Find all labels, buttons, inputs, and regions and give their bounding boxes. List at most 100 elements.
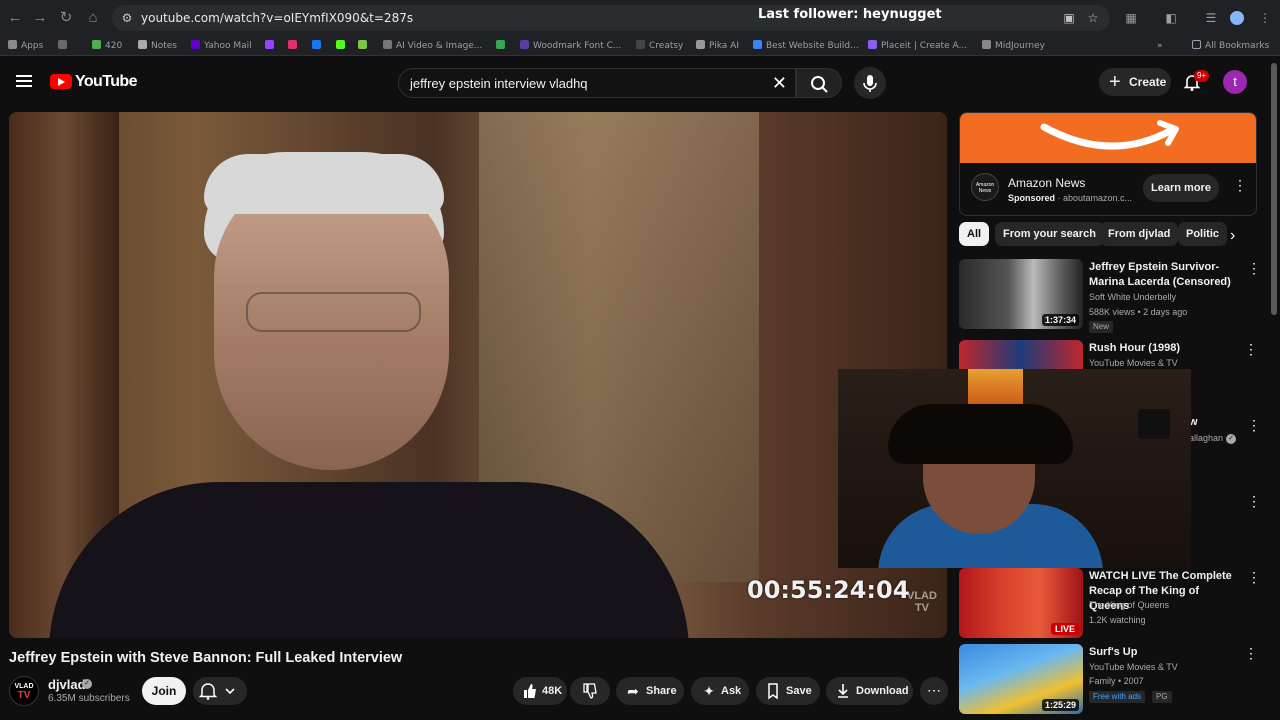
bookmark-apps[interactable]: Apps <box>8 39 43 53</box>
video-thumbnail[interactable]: 1:25:29 <box>959 644 1083 714</box>
bookmark-pika[interactable]: Pika AI <box>696 39 739 53</box>
learn-more-button[interactable]: Learn more <box>1143 174 1219 202</box>
bell-icon <box>198 683 235 700</box>
plus-icon: + <box>1109 71 1121 93</box>
back-icon[interactable]: ← <box>5 8 25 28</box>
verified-icon: ✓ <box>82 679 92 689</box>
chip-politics[interactable]: Politic <box>1178 222 1228 246</box>
bookmark-website-builder[interactable]: Best Website Build... <box>753 39 859 53</box>
share-button[interactable]: ➦ Share <box>616 677 684 705</box>
item-menu-icon[interactable]: ⋮ <box>1244 341 1258 358</box>
search-input[interactable]: jeffrey epstein interview vladhq ✕ <box>398 68 796 98</box>
ask-button[interactable]: ✦ Ask <box>691 677 749 705</box>
search-button[interactable] <box>796 68 842 98</box>
video-thumbnail[interactable] <box>959 340 1083 369</box>
ad-title[interactable]: Amazon News <box>1008 176 1085 190</box>
thumbs-up-icon <box>521 677 539 714</box>
download-button[interactable]: Download <box>826 677 913 705</box>
recommendation-channel[interactable]: YouTube Movies & TV <box>1089 358 1178 368</box>
video-title: Jeffrey Epstein with Steve Bannon: Full … <box>9 650 403 666</box>
video-timecode: 00:55:24:04 <box>747 576 910 604</box>
chevron-right-icon[interactable]: › <box>1230 227 1235 245</box>
bookmark-creatsy[interactable]: Creatsy <box>636 39 683 53</box>
bookmark-yahoo-mail[interactable]: Yahoo Mail <box>191 39 252 53</box>
home-icon[interactable]: ⌂ <box>83 8 103 28</box>
video-thumbnail[interactable]: LIVE <box>959 568 1083 638</box>
bookmark-placeit[interactable]: Placeit | Create A... <box>868 39 967 53</box>
bookmark-instagram-icon[interactable] <box>288 39 301 53</box>
youtube-play-icon <box>50 74 72 89</box>
channel-name[interactable]: djvlad <box>48 677 86 692</box>
reload-icon[interactable]: ↻ <box>56 8 76 28</box>
bookmark-twitch-icon[interactable] <box>265 39 278 53</box>
save-button[interactable]: Save <box>756 677 820 705</box>
profile-icon[interactable] <box>1230 11 1244 25</box>
item-menu-icon[interactable]: ⋮ <box>1247 569 1261 586</box>
bookmark-all[interactable]: All Bookmarks <box>1192 39 1269 53</box>
video-thumbnail[interactable]: 1:37:34 <box>959 259 1083 329</box>
bookmark-facebook-icon[interactable] <box>312 39 325 53</box>
bookmark-woodmark[interactable]: Woodmark Font C... <box>520 39 621 53</box>
clear-search-icon[interactable]: ✕ <box>772 72 787 94</box>
install-app-icon[interactable]: ▣ <box>1060 9 1078 27</box>
ad-banner[interactable] <box>960 113 1256 163</box>
bookmark-ai-video[interactable]: AI Video & Image... <box>383 39 482 53</box>
sponsored-ad-card[interactable]: Amazon News Amazon News Sponsored · abou… <box>959 112 1257 216</box>
recommendation-stats: Family • 2007 <box>1089 676 1144 686</box>
page-scrollbar[interactable] <box>1271 63 1277 315</box>
recommendation-item[interactable]: 1:25:29 Surf's Up YouTube Movies & TV Fa… <box>959 644 1258 714</box>
chip-from-your-search[interactable]: From your search <box>995 222 1104 246</box>
channel-avatar[interactable]: VLAD TV <box>9 676 39 706</box>
item-menu-icon[interactable]: ⋮ <box>1247 260 1261 277</box>
item-menu-icon[interactable]: ⋮ <box>1247 493 1261 510</box>
amazon-smile-icon <box>1040 120 1179 150</box>
account-avatar[interactable]: t <box>1223 70 1247 94</box>
recommendation-title[interactable]: Rush Hour (1998) <box>1089 341 1239 356</box>
like-button[interactable]: 48K <box>513 677 567 705</box>
bookmark-star-icon[interactable]: ☆ <box>1084 9 1102 27</box>
bookmark-d-icon[interactable] <box>358 39 371 53</box>
video-duration: 1:37:34 <box>1041 314 1079 326</box>
download-icon <box>834 677 852 714</box>
recommendation-item[interactable]: Rush Hour (1998) YouTube Movies & TV ⋮ <box>959 340 1258 370</box>
bookmark-icon <box>764 677 782 714</box>
browser-menu-icon[interactable]: ⋮ <box>1256 9 1274 27</box>
bookmark-notes[interactable]: Notes <box>138 39 177 53</box>
item-menu-icon[interactable]: ⋮ <box>1244 645 1258 662</box>
create-button[interactable]: + Create <box>1099 68 1171 96</box>
recommendation-channel[interactable]: The King of Queens <box>1089 600 1169 610</box>
bookmark-kick-icon[interactable] <box>336 39 349 53</box>
bookmark-grid-icon[interactable] <box>58 39 71 53</box>
bookmark-midjourney[interactable]: MidJourney <box>982 39 1045 53</box>
recommendation-item[interactable]: 1:37:34 Jeffrey Epstein Survivor-Marina … <box>959 259 1261 333</box>
bookmark-420[interactable]: 420 <box>92 39 122 53</box>
address-bar[interactable]: ⚙ youtube.com/watch?v=oIEYmfIX090&t=287s… <box>112 5 1110 31</box>
voice-search-button[interactable] <box>854 67 886 99</box>
recommendation-channel[interactable]: YouTube Movies & TV <box>1089 662 1178 672</box>
advertiser-logo[interactable]: Amazon News <box>971 173 999 201</box>
dislike-button[interactable] <box>570 677 610 705</box>
chip-all[interactable]: All <box>959 222 990 246</box>
item-menu-icon[interactable]: ⋮ <box>1247 417 1261 434</box>
ad-menu-icon[interactable]: ⋮ <box>1233 177 1247 194</box>
forward-icon[interactable]: → <box>30 8 50 28</box>
recommendation-item[interactable]: LIVE WATCH LIVE The Complete Recap of Th… <box>959 568 1261 638</box>
bookmark-green-icon[interactable] <box>496 39 509 53</box>
subscribe-notifications-button[interactable] <box>193 677 247 705</box>
recommendation-title[interactable]: Jeffrey Epstein Survivor-Marina Lacerda … <box>1089 260 1239 290</box>
chip-from-djvlad[interactable]: From djvlad <box>1100 222 1179 246</box>
site-settings-icon[interactable]: ⚙ <box>118 9 136 27</box>
join-button[interactable]: Join <box>142 677 186 705</box>
more-actions-icon[interactable]: ⋯ <box>920 677 948 705</box>
video-player[interactable]: 00:55:24:04 VLAD TV <box>9 112 947 638</box>
recommendation-channel[interactable]: Soft White Underbelly <box>1089 292 1176 302</box>
channel-watermark: VLAD TV <box>907 590 937 614</box>
recommendation-title[interactable]: Surf's Up <box>1089 645 1239 660</box>
menu-icon[interactable] <box>14 72 34 92</box>
bookmarks-overflow-icon[interactable]: » <box>1157 39 1163 53</box>
side-panel-icon[interactable]: ◧ <box>1162 9 1180 27</box>
media-icon[interactable]: ☰ <box>1202 9 1220 27</box>
verified-icon: ✓ <box>1226 434 1236 444</box>
extensions-icon[interactable]: ▦ <box>1122 9 1140 27</box>
ad-sponsored-line: Sponsored · aboutamazon.c... <box>1008 193 1133 203</box>
